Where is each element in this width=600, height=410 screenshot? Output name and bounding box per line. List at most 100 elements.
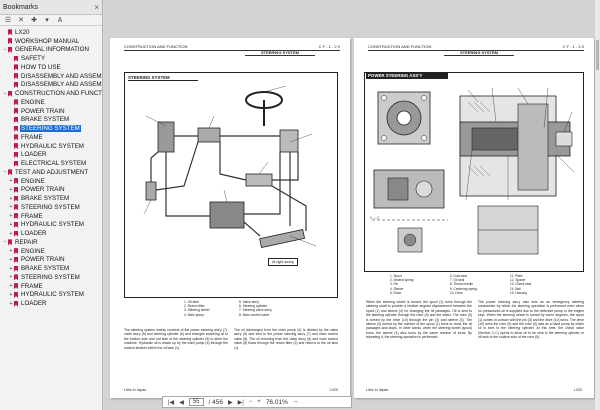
bookmark-item[interactable]: WORKSHOP MANUAL <box>0 37 102 46</box>
collapse-icon[interactable]: − <box>2 239 8 245</box>
close-icon[interactable]: × <box>94 3 99 12</box>
bookmark-icon <box>8 169 12 176</box>
bookmark-item[interactable]: + STEERING SYSTEM <box>0 273 102 282</box>
drawing-title: POWER STEERING ASS'Y <box>366 72 448 79</box>
bookmark-item[interactable]: FRAME <box>0 133 102 142</box>
bookmark-label: BRAKE SYSTEM <box>21 195 70 203</box>
bookmark-label: POWER TRAIN <box>21 256 65 264</box>
header-section: CONSTRUCTION AND FUNCTION <box>368 44 432 49</box>
bookmark-delete-icon[interactable]: ✕ <box>17 17 25 24</box>
expand-icon[interactable]: + <box>8 213 14 219</box>
vertical-scrollbar[interactable] <box>595 0 600 410</box>
scrollbar-thumb[interactable] <box>596 40 599 70</box>
zoom-level[interactable]: 76.01% <box>266 399 288 406</box>
page-number-input[interactable]: 55 <box>188 398 204 406</box>
fit-width-button[interactable]: ⇔ <box>293 399 299 405</box>
page-total: / 456 <box>208 398 223 406</box>
bookmark-item[interactable]: + POWER TRAIN <box>0 186 102 195</box>
bookmark-label: HYDRAULIC SYSTEM <box>21 221 84 229</box>
bookmark-label: HYDRAULIC SYSTEM <box>21 291 84 299</box>
bookmark-item[interactable]: ELECTRICAL SYSTEM <box>0 159 102 168</box>
bookmark-label: LX20 <box>15 28 30 36</box>
expand-icon[interactable]: + <box>8 248 14 254</box>
bookmark-item[interactable]: LOADER <box>0 151 102 160</box>
bookmark-item[interactable]: + FRAME <box>0 212 102 221</box>
bookmark-item[interactable]: + HYDRAULIC SYSTEM <box>0 291 102 300</box>
bookmark-icon <box>14 291 18 298</box>
bookmark-item[interactable]: + ENGINE <box>0 247 102 256</box>
bookmark-item[interactable]: HOW TO USE <box>0 63 102 72</box>
next-page-button[interactable]: ▶ <box>228 399 233 406</box>
body-paragraph-1: When the steering wheel is turned, the s… <box>366 300 472 340</box>
expand-icon[interactable]: + <box>8 283 14 289</box>
bookmark-item[interactable]: + BRAKE SYSTEM <box>0 264 102 273</box>
bookmark-expand-icon[interactable]: ▾ <box>43 17 51 24</box>
bookmark-item[interactable]: ENGINE <box>0 98 102 107</box>
bookmark-item[interactable]: + LOADER <box>0 229 102 238</box>
expand-icon[interactable]: + <box>8 222 14 228</box>
bookmark-icon <box>14 125 18 132</box>
first-page-button[interactable]: |◀ <box>168 399 174 406</box>
page-footer-left: Litho in Japan <box>366 388 389 392</box>
expand-icon[interactable]: + <box>8 292 14 298</box>
bookmark-item[interactable]: + FRAME <box>0 282 102 291</box>
page-footer-right: LX20 <box>329 388 338 392</box>
steering-system-diagram <box>143 86 317 248</box>
bookmark-item[interactable]: − CONSTRUCTION AND FUNCTION <box>0 89 102 98</box>
diagram-legend: 1. Oil tank 5. Valve ass'y 2. Return filte… <box>184 300 294 317</box>
expand-icon[interactable]: + <box>8 204 14 210</box>
expand-icon[interactable]: + <box>8 266 14 272</box>
expand-icon[interactable]: + <box>8 274 14 280</box>
expand-icon[interactable]: + <box>8 196 14 202</box>
zoom-out-button[interactable]: − <box>249 399 253 405</box>
document-view[interactable]: CONSTRUCTION AND FUNCTION C F - 1 - 2 9 … <box>104 0 600 410</box>
collapse-icon[interactable]: − <box>2 47 8 53</box>
list-icon[interactable]: ☰ <box>4 17 12 24</box>
body-paragraph-2: The power steering ass'y also acts as an… <box>478 300 584 340</box>
bookmark-item[interactable]: LX20 <box>0 28 102 37</box>
expand-icon[interactable]: + <box>8 231 14 237</box>
bookmark-item[interactable]: + POWER TRAIN <box>0 256 102 265</box>
part-item: 5. Rotor <box>390 290 402 295</box>
bookmark-icon <box>14 256 18 263</box>
bookmark-label: LOADER <box>21 151 47 159</box>
page-footer-left: Litho in Japan <box>124 388 147 392</box>
bookmark-item[interactable]: POWER TRAIN <box>0 107 102 116</box>
bookmark-icon <box>8 29 12 36</box>
bookmark-item[interactable]: − GENERAL INFORMATION <box>0 46 102 55</box>
bookmark-item[interactable]: STEERING SYSTEM <box>0 124 102 133</box>
last-page-button[interactable]: ▶| <box>238 399 244 406</box>
bookmark-item[interactable]: SAFETY <box>0 54 102 63</box>
bookmark-item[interactable]: − TEST AND ADJUSTMENT <box>0 168 102 177</box>
bookmark-item[interactable]: DISASSEMBLY AND ASSEMBLY <box>0 72 102 81</box>
bookmark-icon <box>14 73 18 80</box>
bookmark-icon <box>14 143 18 150</box>
expand-icon[interactable]: + <box>8 301 14 307</box>
bookmark-label: ENGINE <box>21 177 45 185</box>
bookmark-label: FRAME <box>21 133 43 141</box>
expand-icon[interactable]: + <box>8 187 14 193</box>
bookmark-icon <box>14 116 18 123</box>
bookmark-item[interactable]: + LOADER <box>0 299 102 308</box>
header-page-code: C F - 1 - 2 9 <box>318 44 340 49</box>
bookmark-label: STEERING SYSTEM <box>21 203 80 211</box>
bookmark-item[interactable]: HYDRAULIC SYSTEM <box>0 142 102 151</box>
bookmark-item[interactable]: DISASSEMBLY AND ASSEMBLY <box>0 81 102 90</box>
text-size-icon[interactable]: A <box>56 17 64 24</box>
bookmark-item[interactable]: + ENGINE <box>0 177 102 186</box>
bookmark-item[interactable]: + BRAKE SYSTEM <box>0 194 102 203</box>
collapse-icon[interactable]: − <box>2 91 8 97</box>
collapse-icon[interactable]: − <box>2 169 8 175</box>
bookmark-add-icon[interactable]: ✚ <box>30 17 38 24</box>
bookmark-label: REPAIR <box>15 238 38 246</box>
zoom-in-button[interactable]: + <box>257 399 261 405</box>
expand-icon[interactable]: + <box>8 257 14 263</box>
bookmark-item[interactable]: + STEERING SYSTEM <box>0 203 102 212</box>
bookmark-icon <box>14 213 18 220</box>
bookmark-label: BRAKE SYSTEM <box>21 265 70 273</box>
bookmark-item[interactable]: BRAKE SYSTEM <box>0 116 102 125</box>
bookmark-item[interactable]: − REPAIR <box>0 238 102 247</box>
expand-icon[interactable]: + <box>8 178 14 184</box>
prev-page-button[interactable]: ◀ <box>179 399 184 406</box>
bookmark-item[interactable]: + HYDRAULIC SYSTEM <box>0 221 102 230</box>
